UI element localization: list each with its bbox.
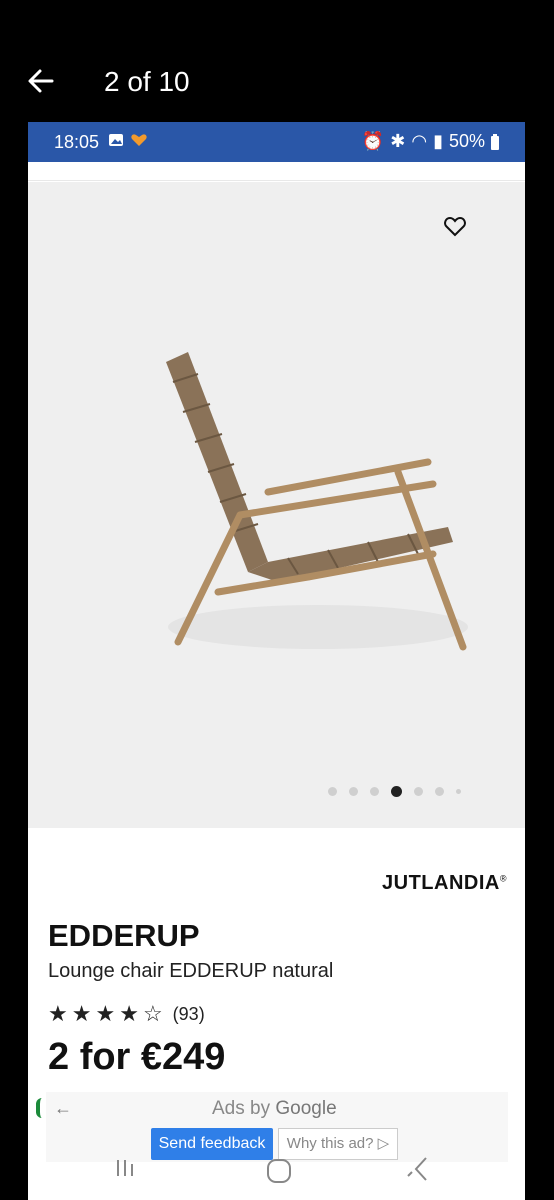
- carousel-dot[interactable]: [456, 789, 461, 794]
- system-navbar: [28, 1142, 525, 1200]
- star-filled-icon: ★: [48, 1001, 68, 1026]
- gallery-icon: [109, 134, 123, 146]
- carousel-dot[interactable]: [328, 787, 337, 796]
- battery-icon: [491, 133, 499, 150]
- product-price: 2 for €249: [48, 1036, 226, 1078]
- heart-icon[interactable]: [443, 214, 467, 238]
- web-page-top: [28, 162, 525, 181]
- product-rating[interactable]: ★ ★ ★ ★ ☆ (93): [48, 1003, 205, 1025]
- carousel-dot[interactable]: [349, 787, 358, 796]
- heart-status-icon: [131, 134, 147, 146]
- chair-photo: [166, 352, 468, 651]
- brand-logo: JUTLANDIA®: [382, 872, 507, 894]
- star-empty-icon: ☆: [142, 1001, 163, 1026]
- star-filled-icon: ★: [95, 1001, 116, 1026]
- image-counter: 2 of 10: [104, 66, 190, 97]
- signal-icon: ▮: [433, 131, 443, 151]
- screenshot-frame: 18:05 ⏰ ✱ ◠ ▮ 50% JUTLANDIA® EDDERUP Lou…: [28, 122, 525, 1200]
- ad-back-arrow-icon[interactable]: ←: [54, 1098, 72, 1119]
- carousel-dot[interactable]: [435, 787, 444, 796]
- back-icon[interactable]: [404, 1154, 444, 1184]
- home-icon[interactable]: [264, 1156, 294, 1186]
- product-description: Lounge chair EDDERUP natural: [48, 960, 334, 982]
- ad-indicator: [36, 1098, 50, 1118]
- bluetooth-icon: ✱: [390, 131, 406, 151]
- alarm-icon: ⏰: [361, 131, 385, 151]
- status-time: 18:05: [54, 132, 100, 152]
- viewer-top-bar: 2 of 10: [0, 0, 554, 120]
- star-filled-icon: ★: [71, 1001, 92, 1026]
- carousel-dots: [328, 786, 461, 797]
- product-image-carousel[interactable]: [28, 182, 525, 828]
- carousel-dot[interactable]: [414, 787, 423, 796]
- review-count: (93): [172, 1003, 205, 1024]
- product-name: EDDERUP: [48, 918, 200, 953]
- carousel-dot-active[interactable]: [391, 786, 402, 797]
- status-bar: 18:05 ⏰ ✱ ◠ ▮ 50%: [28, 122, 525, 162]
- wifi-icon: ◠: [411, 131, 428, 151]
- ads-by-google: Ads by Google: [212, 1098, 337, 1119]
- star-filled-icon: ★: [119, 1001, 139, 1026]
- recents-icon[interactable]: [113, 1156, 143, 1180]
- carousel-dot[interactable]: [370, 787, 379, 796]
- battery-percent: 50%: [448, 131, 485, 151]
- back-arrow-icon[interactable]: [26, 66, 56, 96]
